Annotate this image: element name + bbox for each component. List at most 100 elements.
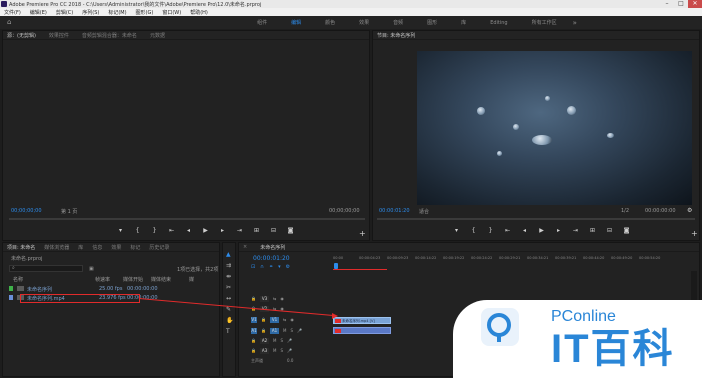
solo-icon[interactable]: S [290,328,293,333]
insert-icon[interactable]: ⊞ [253,227,260,234]
lock-icon[interactable]: 🔒 [251,348,256,353]
audio-clip[interactable] [333,327,391,334]
menu-edit[interactable]: 编辑(E) [30,9,47,16]
menu-help[interactable]: 帮助(H) [190,9,208,16]
column-name[interactable]: 名称 [13,276,95,283]
timeline-ruler[interactable]: 00:00 00:00:04:23 00:00:09:23 00:00:14:2… [333,256,695,268]
tab-effect-controls[interactable]: 效果控件 [49,32,69,39]
tab-metadata[interactable]: 元数据 [150,32,165,39]
workspace-libraries[interactable]: 库 [449,19,478,26]
work-area-bar[interactable] [333,269,387,270]
track-a3[interactable]: 🔒 A3 M S 🎤 [251,347,292,354]
track-a2[interactable]: 🔒 A2 M S 🎤 [251,337,292,344]
lock-icon[interactable]: 🔒 [261,328,266,333]
lift-icon[interactable]: ⊞ [589,227,596,234]
tab-history[interactable]: 历史记录 [149,244,169,251]
export-frame-icon[interactable]: ◙ [287,227,294,234]
mute-icon[interactable]: M [273,338,276,343]
mic-icon[interactable]: 🎤 [297,328,302,333]
source-scrubber[interactable] [9,218,365,220]
step-back-icon[interactable]: ◂ [521,227,528,234]
snap-icon[interactable]: ∩ [260,264,264,270]
eye-icon[interactable]: ◉ [280,296,284,301]
lock-icon[interactable]: 🔒 [261,317,266,322]
home-icon[interactable]: ⌂ [7,19,14,26]
track-v1[interactable]: V1 🔒 V1 ⇆ ◉ [251,316,294,323]
source-patch[interactable]: A1 [251,327,257,334]
eye-icon[interactable]: ◉ [290,317,294,322]
mute-icon[interactable]: M [283,328,286,333]
step-back-icon[interactable]: ◂ [185,227,192,234]
program-resolution-select[interactable]: 1/2 [621,208,629,214]
menu-window[interactable]: 窗口(W) [162,9,181,16]
tab-sequence[interactable]: 未命名序列 [260,244,285,251]
type-tool-icon[interactable]: T [226,328,233,335]
export-frame-icon[interactable]: ◙ [623,227,630,234]
track-a1[interactable]: A1 🔒 A1 M S 🎤 [251,327,302,334]
program-timecode[interactable]: 00:00:01:20 [379,208,410,214]
linked-selection-icon[interactable]: ⚭ [269,264,273,270]
tab-media-browser[interactable]: 媒体浏览器 [44,244,69,251]
column-media-more[interactable]: 媒 [189,276,199,283]
workspace-audio[interactable]: 音频 [381,19,415,26]
settings-icon[interactable]: ⚙ [286,264,290,270]
add-marker-icon[interactable]: ▾ [453,227,460,234]
menu-marker[interactable]: 标记(M) [108,9,126,16]
workspace-editing[interactable]: 编辑 [279,19,313,26]
close-icon[interactable]: ✕ [688,0,702,8]
solo-icon[interactable]: S [280,348,283,353]
menu-sequence[interactable]: 序列(S) [82,9,99,16]
mark-in-icon[interactable]: { [470,227,477,234]
tab-libraries[interactable]: 库 [78,244,83,251]
playhead[interactable] [334,263,338,269]
lock-icon[interactable]: 🔒 [251,338,256,343]
sync-icon[interactable]: ⇆ [283,317,286,322]
menu-file[interactable]: 文件(F) [4,9,21,16]
go-to-out-icon[interactable]: ⇥ [236,227,243,234]
step-forward-icon[interactable]: ▸ [555,227,562,234]
minimize-icon[interactable]: – [660,0,674,8]
mark-out-icon[interactable]: } [151,227,158,234]
new-bin-icon[interactable]: ▣ [89,266,94,272]
mark-in-icon[interactable]: { [134,227,141,234]
ripple-edit-tool-icon[interactable]: ⇹ [226,273,233,280]
extract-icon[interactable]: ⊟ [606,227,613,234]
slip-tool-icon[interactable]: ↔ [226,295,233,302]
tab-audio-clip-mixer[interactable]: 音频剪辑混合器：未命名 [82,32,137,39]
menu-graphics[interactable]: 图形(G) [136,9,154,16]
source-page-select[interactable]: 第 1 页 [61,208,77,215]
selection-tool-icon[interactable]: ▲ [226,251,233,258]
sync-icon[interactable]: ⇆ [273,296,276,301]
project-search-input[interactable]: ⌕ [9,265,83,272]
add-marker-icon[interactable]: ▾ [117,227,124,234]
play-icon[interactable]: ▶ [202,227,209,234]
tab-program[interactable]: 节目: 未命名序列 [377,32,415,39]
project-item-row[interactable]: 未命名序列 25.00 fps 00:00:00:00 [9,286,215,293]
mic-icon[interactable]: 🎤 [287,338,292,343]
add-button-icon[interactable]: + [691,229,698,238]
play-icon[interactable]: ▶ [538,227,545,234]
column-fps[interactable]: 帧速率 [95,276,123,283]
track-v3[interactable]: 🔒 V3 ⇆ ◉ [251,295,284,302]
go-to-out-icon[interactable]: ⇥ [572,227,579,234]
tab-source[interactable]: 源：(无剪辑) [7,32,36,39]
wrench-icon[interactable]: ⚙ [687,207,692,214]
timeline-timecode[interactable]: 00:00:01:20 [253,255,290,262]
go-to-in-icon[interactable]: ⇤ [168,227,175,234]
maximize-icon[interactable]: □ [674,0,688,8]
overwrite-icon[interactable]: ⊟ [270,227,277,234]
source-patch[interactable]: V1 [251,316,257,323]
workspace-effects[interactable]: 效果 [347,19,381,26]
workspace-assembly[interactable]: 组件 [245,19,279,26]
add-marker-icon[interactable]: ▾ [278,264,281,270]
master-track[interactable]: 主声道 0.0 [251,357,293,364]
workspace-editing-alt[interactable]: Editing [478,20,519,26]
track-select-tool-icon[interactable]: ⇉ [226,262,233,269]
program-fit-select[interactable]: 适合 [419,208,429,215]
mark-out-icon[interactable]: } [487,227,494,234]
overflow-icon[interactable]: » [573,19,577,27]
hand-tool-icon[interactable]: ✋ [226,317,233,324]
mute-icon[interactable]: M [273,348,276,353]
lock-icon[interactable]: 🔒 [251,296,256,301]
tab-info[interactable]: 信息 [92,244,102,251]
